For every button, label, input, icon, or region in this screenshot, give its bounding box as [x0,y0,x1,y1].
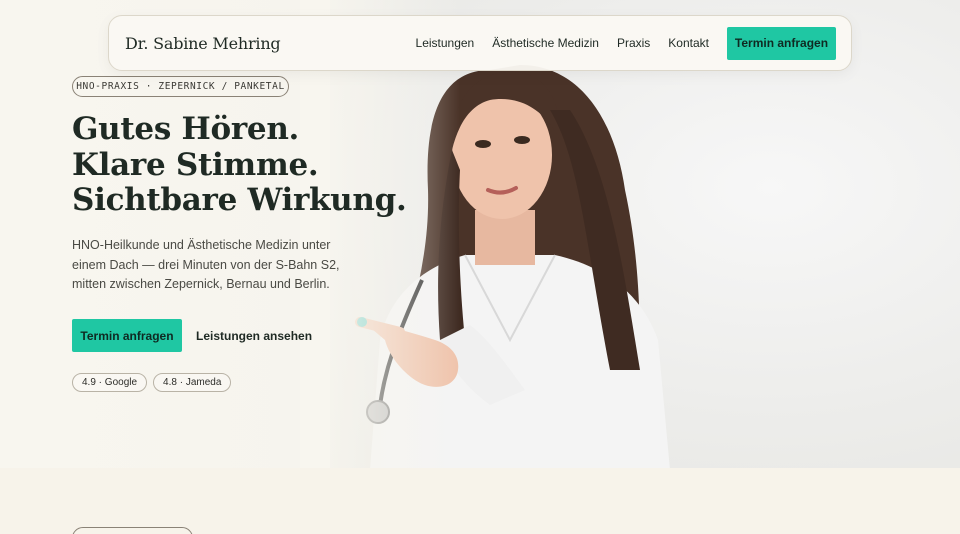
nav-link-praxis[interactable]: Praxis [617,36,650,50]
hero-headline: Gutes Hören. Klare Stimme. Sichtbare Wir… [72,111,407,219]
jameda-rating-badge: 4.8 · Jameda [153,373,232,392]
nav-appointment-button[interactable]: Termin anfragen [727,26,836,60]
hero-lead-text: HNO-Heilkunde und Ästhetische Medizin un… [72,238,340,291]
headline-line-1: Gutes Hören. [72,111,300,147]
nav-link-leistungen[interactable]: Leistungen [416,36,475,50]
headline-line-2: Klare Stimme. [72,146,319,183]
main-navigation: Dr. Sabine Mehring Leistungen Ästhetisch… [108,15,852,71]
next-section-badge [72,527,193,534]
nav-link-kontakt[interactable]: Kontakt [668,36,709,50]
google-rating-badge: 4.9 · Google [72,373,148,392]
brand-logo[interactable]: Dr. Sabine Mehring [125,34,281,53]
nav-links: Leistungen Ästhetische Medizin Praxis Ko… [416,26,836,60]
view-services-link[interactable]: Leistungen ansehen [196,319,312,352]
hero-eyebrow-badge: HNO-PRAXIS · ZEPERNICK / PANKETAL [72,76,289,97]
headline-line-3: Sichtbare Wirkung. [72,182,407,218]
nav-link-aesthetische-medizin[interactable]: Ästhetische Medizin [492,36,599,50]
appointment-button[interactable]: Termin anfragen [72,319,182,352]
rating-badges: 4.9 · Google 4.8 · Jameda [72,373,237,392]
